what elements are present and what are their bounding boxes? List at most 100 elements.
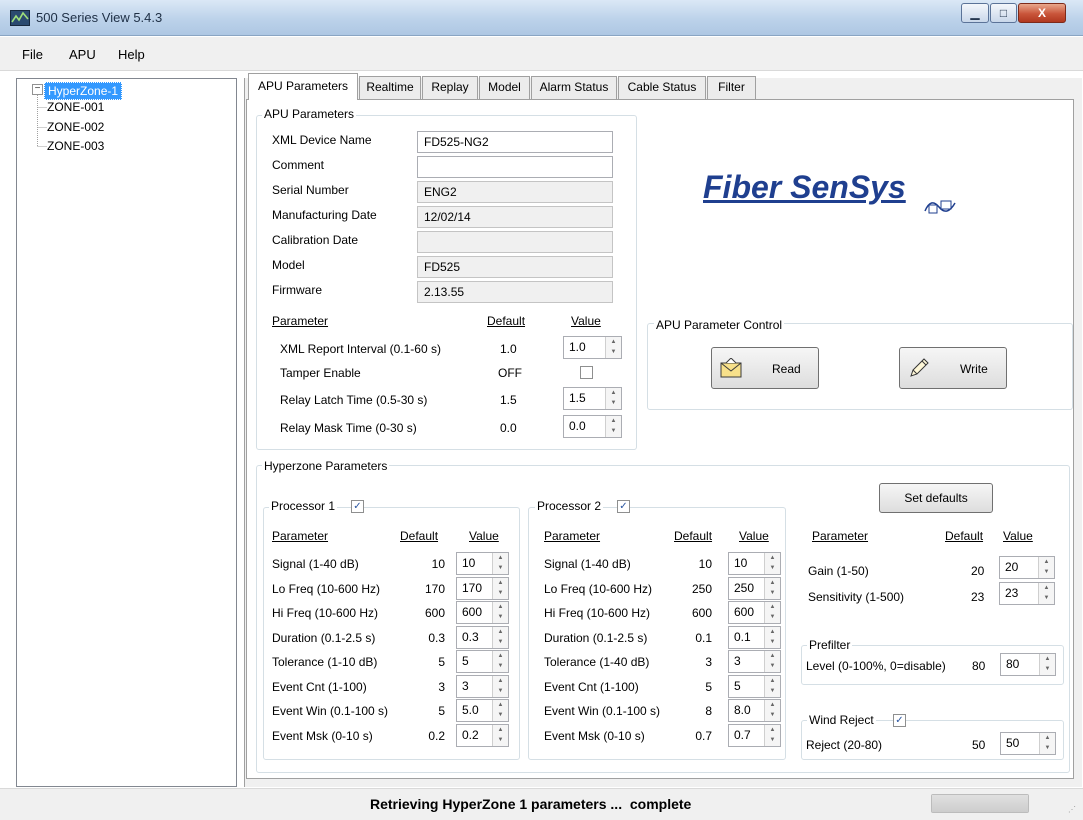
sensitivity-spinner[interactable]: 23 ▲ ▼: [999, 582, 1055, 605]
xml-report-interval-value: 1.0: [569, 340, 586, 354]
p2-default-row-2: 600: [691, 606, 712, 620]
xml-device-name-input[interactable]: FD525-NG2: [417, 131, 613, 153]
xml-report-interval-spinner[interactable]: 1.0 ▲ ▼: [563, 336, 622, 359]
logo-mark-icon: [924, 200, 956, 214]
menu-file[interactable]: File: [22, 47, 43, 62]
spinner-arrows-icon[interactable]: ▲ ▼: [764, 724, 780, 746]
wind-reject-spinner[interactable]: 50 ▲ ▼: [1000, 732, 1056, 755]
relay-mask-time-spinner[interactable]: 0.0 ▲ ▼: [563, 415, 622, 438]
p1-value-spinner-row-4[interactable]: 5 ▲ ▼: [456, 650, 509, 673]
spinner-arrows-icon[interactable]: ▲ ▼: [764, 651, 780, 672]
menu-apu[interactable]: APU: [69, 47, 96, 62]
p1-label-row-3: Duration (0.1-2.5 s): [272, 630, 376, 645]
p1-value-row-2: 600: [462, 605, 483, 619]
spinner-arrows-icon[interactable]: ▲ ▼: [605, 416, 621, 437]
close-button[interactable]: X: [1018, 3, 1066, 23]
spinner-arrows-icon[interactable]: ▲ ▼: [492, 626, 508, 648]
spinner-arrows-icon[interactable]: ▲ ▼: [492, 675, 508, 697]
p2-header-parameter: Parameter: [544, 529, 601, 543]
p2-value-spinner-row-6[interactable]: 8.0 ▲ ▼: [728, 699, 781, 722]
label-relay-latch-time: Relay Latch Time (0.5-30 s): [280, 393, 428, 407]
title-bar: 500 Series View 5.4.3 ▁ □ X: [0, 0, 1083, 36]
p1-label-row-0: Signal (1-40 dB): [272, 557, 359, 571]
wind-reject-title: Wind Reject: [807, 713, 876, 727]
minimize-button[interactable]: ▁: [961, 3, 989, 23]
processor-2-checkbox[interactable]: ✓: [617, 500, 630, 513]
tree-root-hyperzone[interactable]: HyperZone-1: [44, 82, 123, 100]
spinner-arrows-icon[interactable]: ▲ ▼: [764, 626, 780, 648]
spinner-arrows-icon[interactable]: ▲ ▼: [1038, 583, 1054, 604]
spinner-arrows-icon[interactable]: ▲ ▼: [492, 700, 508, 721]
resize-grip-icon[interactable]: ⋰: [1068, 805, 1076, 814]
set-defaults-button[interactable]: Set defaults: [879, 483, 993, 513]
p2-default-row-0: 10: [698, 557, 712, 571]
apu-parameter-control-title: APU Parameter Control: [654, 318, 785, 332]
p1-value-spinner-row-2[interactable]: 600 ▲ ▼: [456, 601, 509, 624]
spinner-arrows-icon[interactable]: ▲ ▼: [1039, 654, 1055, 675]
tab-model[interactable]: Model: [479, 76, 530, 99]
tab-filter[interactable]: Filter: [707, 76, 756, 99]
tree-item-zone-001[interactable]: ZONE-001: [47, 100, 104, 114]
label-comment: Comment: [272, 158, 325, 172]
p1-value-spinner-row-3[interactable]: 0.3 ▲ ▼: [456, 625, 509, 649]
tab-alarm-status[interactable]: Alarm Status: [531, 76, 617, 99]
label-manufacturing-date: Manufacturing Date: [272, 208, 377, 222]
p1-label-row-7: Event Msk (0-10 s): [272, 728, 373, 743]
spinner-arrows-icon[interactable]: ▲ ▼: [1038, 557, 1054, 578]
p1-value-row-7: 0.2: [462, 727, 479, 742]
p2-value-spinner-row-0[interactable]: 10 ▲ ▼: [728, 552, 781, 575]
spinner-arrows-icon[interactable]: ▲ ▼: [492, 577, 508, 599]
p2-value-spinner-row-7[interactable]: 0.7 ▲ ▼: [728, 723, 781, 747]
prefilter-level-spinner[interactable]: 80 ▲ ▼: [1000, 653, 1056, 676]
p2-value-spinner-row-2[interactable]: 600 ▲ ▼: [728, 601, 781, 624]
menu-help[interactable]: Help: [118, 47, 145, 62]
p2-label-row-5: Event Cnt (1-100): [544, 679, 639, 694]
label-sensitivity: Sensitivity (1-500): [808, 590, 905, 604]
gain-spinner[interactable]: 20 ▲ ▼: [999, 556, 1055, 579]
tamper-enable-checkbox[interactable]: [580, 366, 593, 379]
tab-replay[interactable]: Replay: [422, 76, 478, 99]
tree-collapse-icon[interactable]: −: [32, 84, 43, 95]
maximize-button[interactable]: □: [990, 3, 1017, 23]
tree-item-zone-003[interactable]: ZONE-003: [47, 139, 104, 153]
p1-value-spinner-row-6[interactable]: 5.0 ▲ ▼: [456, 699, 509, 722]
spinner-arrows-icon[interactable]: ▲ ▼: [605, 337, 621, 358]
tree-item-zone-002[interactable]: ZONE-002: [47, 120, 104, 134]
p1-value-spinner-row-1[interactable]: 170 ▲ ▼: [456, 576, 509, 600]
read-button[interactable]: Read: [711, 347, 819, 389]
spinner-arrows-icon[interactable]: ▲ ▼: [605, 388, 621, 409]
p1-header-default: Default: [400, 529, 439, 543]
write-button[interactable]: Write: [899, 347, 1007, 389]
calibration-date-field: [417, 231, 613, 253]
spinner-arrows-icon[interactable]: ▲ ▼: [492, 602, 508, 623]
p2-value-spinner-row-5[interactable]: 5 ▲ ▼: [728, 674, 781, 698]
p1-label-row-6: Event Win (0.1-100 s): [272, 704, 389, 718]
spinner-arrows-icon[interactable]: ▲ ▼: [764, 700, 780, 721]
label-wind-reject: Reject (20-80): [806, 738, 883, 752]
spinner-arrows-icon[interactable]: ▲ ▼: [492, 651, 508, 672]
p1-value-spinner-row-7[interactable]: 0.2 ▲ ▼: [456, 723, 509, 747]
spinner-arrows-icon[interactable]: ▲ ▼: [764, 577, 780, 599]
comment-input[interactable]: [417, 156, 613, 178]
relay-latch-time-spinner[interactable]: 1.5 ▲ ▼: [563, 387, 622, 410]
wind-reject-checkbox[interactable]: ✓: [893, 714, 906, 727]
tab-realtime[interactable]: Realtime: [359, 76, 421, 99]
spinner-arrows-icon[interactable]: ▲ ▼: [492, 553, 508, 574]
p1-value-spinner-row-0[interactable]: 10 ▲ ▼: [456, 552, 509, 575]
progress-bar: [931, 794, 1029, 813]
spinner-arrows-icon[interactable]: ▲ ▼: [492, 724, 508, 746]
tab-apu-parameters[interactable]: APU Parameters: [248, 73, 358, 100]
spinner-arrows-icon[interactable]: ▲ ▼: [764, 602, 780, 623]
p2-value-spinner-row-4[interactable]: 3 ▲ ▼: [728, 650, 781, 673]
p1-default-row-2: 600: [424, 606, 445, 620]
p1-value-spinner-row-5[interactable]: 3 ▲ ▼: [456, 674, 509, 698]
spinner-arrows-icon[interactable]: ▲ ▼: [764, 675, 780, 697]
spinner-arrows-icon[interactable]: ▲ ▼: [764, 553, 780, 574]
p1-label-row-1: Lo Freq (10-600 Hz): [272, 581, 381, 596]
spinner-arrows-icon[interactable]: ▲ ▼: [1039, 733, 1055, 754]
p2-label-row-1: Lo Freq (10-600 Hz): [544, 581, 653, 596]
p2-value-spinner-row-3[interactable]: 0.1 ▲ ▼: [728, 625, 781, 649]
tab-cable-status[interactable]: Cable Status: [618, 76, 706, 99]
p2-value-spinner-row-1[interactable]: 250 ▲ ▼: [728, 576, 781, 600]
processor-1-checkbox[interactable]: ✓: [351, 500, 364, 513]
